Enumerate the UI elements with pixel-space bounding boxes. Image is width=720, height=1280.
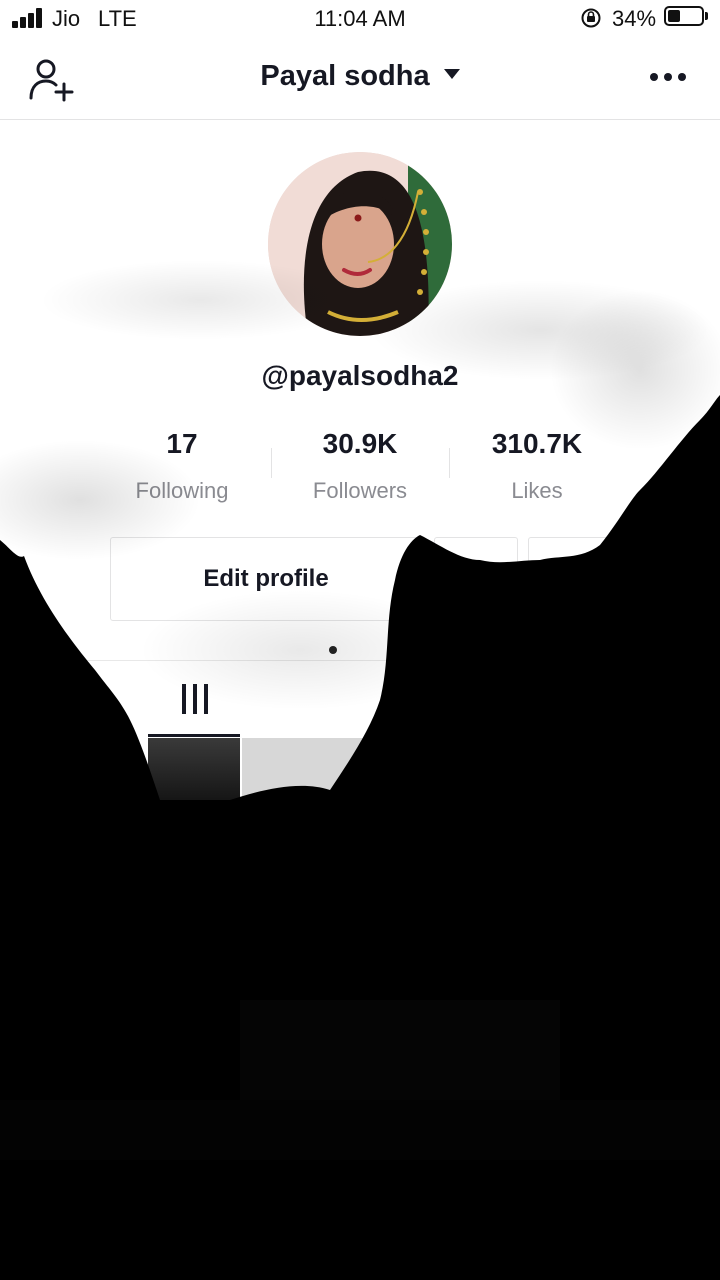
ink-transition-overlay bbox=[0, 260, 720, 1280]
